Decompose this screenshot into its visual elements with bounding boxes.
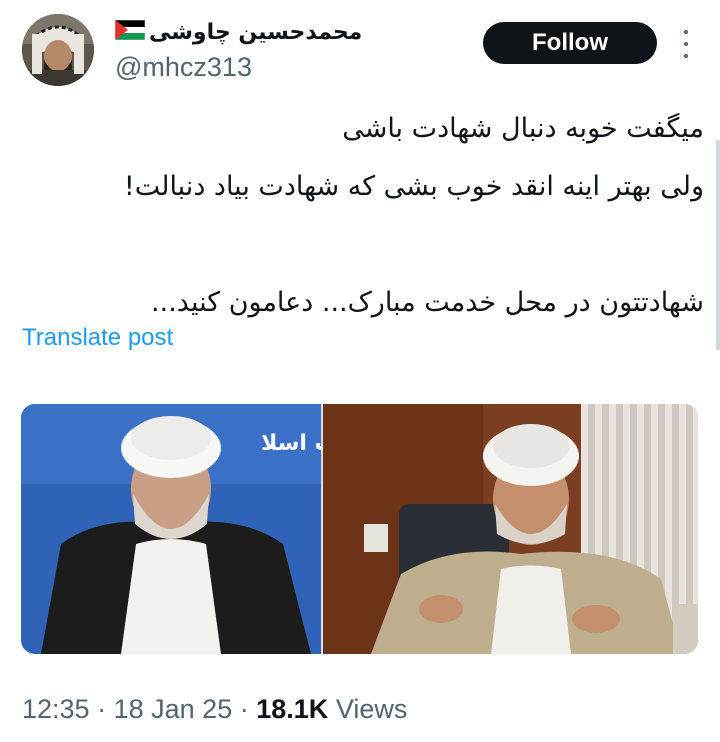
- views-count: 18.1K: [256, 694, 329, 724]
- avatar[interactable]: [22, 14, 94, 86]
- post-time[interactable]: 12:35: [22, 694, 90, 724]
- views-label: Views: [335, 694, 408, 724]
- author-display-name: محمدحسین چاوشی: [149, 20, 363, 45]
- post-text: میگفت خوبه دنبال شهادت باشی ولی بهتر این…: [20, 100, 704, 332]
- author-handle[interactable]: @mhcz313: [115, 52, 252, 83]
- meta-separator: ·: [97, 694, 107, 724]
- post-line: ولی بهتر اینه انقد خوب بشی که شهادت بیاد…: [123, 171, 704, 202]
- palestine-flag-icon: [114, 19, 146, 46]
- scrollbar[interactable]: [716, 140, 720, 350]
- post-line-blank: [20, 216, 704, 274]
- meta-separator: ·: [239, 694, 249, 724]
- avatar-image: [22, 14, 94, 86]
- post-line: میگفت خوبه دنبال شهادت باشی: [342, 113, 704, 144]
- author-name[interactable]: محمدحسین چاوشی: [114, 19, 363, 46]
- translate-post-link[interactable]: Translate post: [22, 324, 173, 352]
- post-photo: دادگاه انقلاب اسلا: [21, 404, 698, 654]
- post-media[interactable]: دادگاه انقلاب اسلا: [21, 404, 698, 654]
- post-date[interactable]: 18 Jan 25: [114, 694, 233, 724]
- more-options-icon[interactable]: [679, 30, 693, 58]
- follow-button[interactable]: Follow: [483, 22, 657, 64]
- post-meta: 12:35 · 18 Jan 25 · 18.1K Views: [22, 694, 407, 725]
